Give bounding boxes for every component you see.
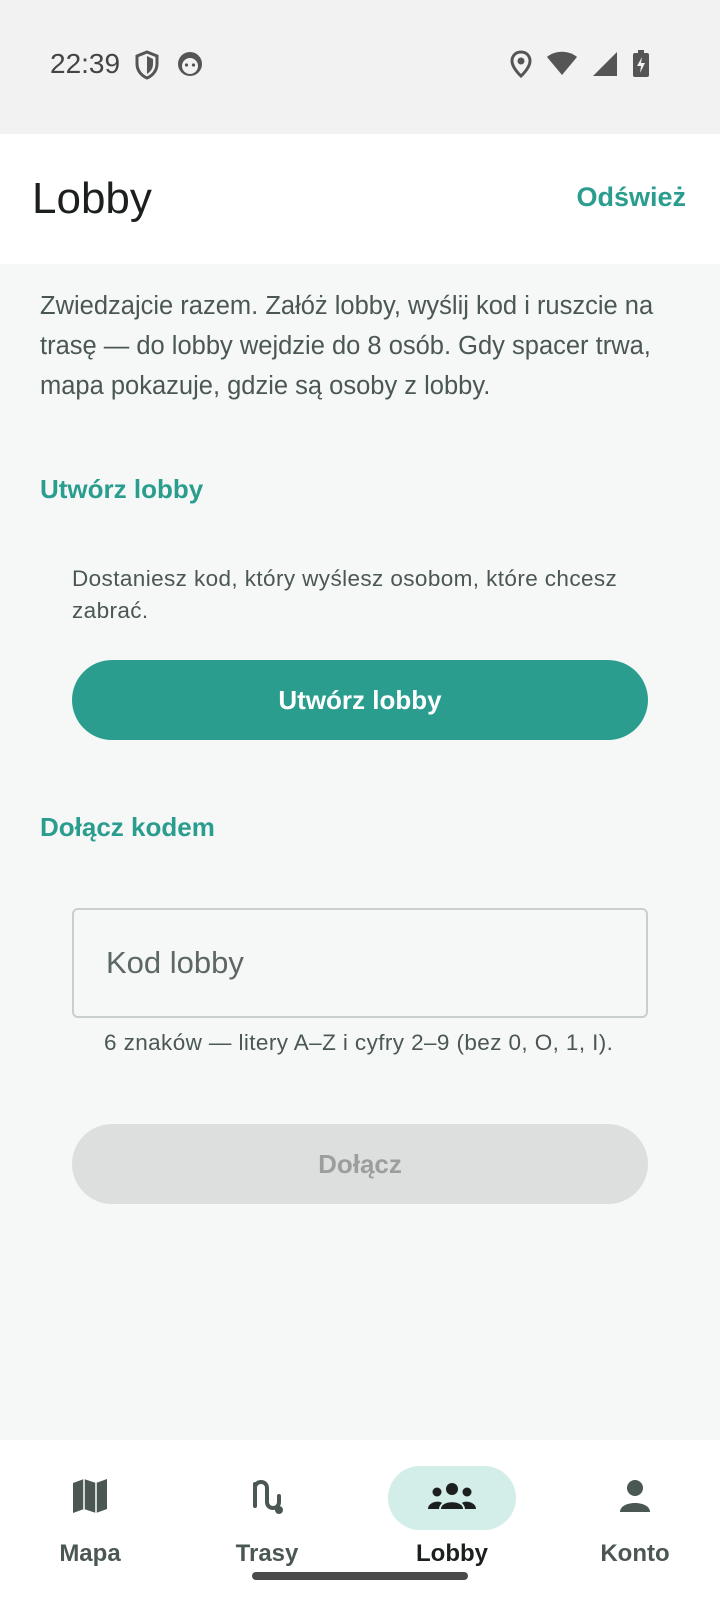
nav-item-mapa[interactable]: Mapa xyxy=(0,1462,180,1582)
nav-label-konto: Konto xyxy=(600,1540,670,1567)
nav-label-mapa: Mapa xyxy=(59,1540,121,1567)
join-by-code-header: Dołącz kodem xyxy=(40,812,215,842)
group-icon xyxy=(427,1481,477,1516)
refresh-button[interactable]: Odśwież xyxy=(576,182,686,213)
nav-label-trasy: Trasy xyxy=(235,1540,299,1567)
battery-charging-icon xyxy=(632,50,650,78)
shield-icon xyxy=(134,50,160,80)
create-lobby-button[interactable]: Utwórz lobby xyxy=(72,660,648,740)
nav-item-lobby[interactable]: Lobby xyxy=(362,1462,542,1582)
create-lobby-hint: Dostaniesz kod, który wyślesz osobom, kt… xyxy=(72,566,618,623)
route-icon xyxy=(247,1476,287,1521)
lobby-code-input[interactable] xyxy=(72,908,648,1018)
lobby-code-hint: 6 znaków — litery A–Z i cyfry 2–9 (bez 0… xyxy=(104,1030,614,1055)
nav-label-lobby: Lobby xyxy=(416,1540,488,1567)
join-button[interactable]: Dołącz xyxy=(72,1124,648,1204)
page-title: Lobby xyxy=(32,174,152,223)
nav-item-trasy[interactable]: Trasy xyxy=(177,1462,357,1582)
home-indicator[interactable] xyxy=(252,1572,468,1580)
status-time: 22:39 xyxy=(50,48,121,79)
map-icon xyxy=(70,1476,110,1521)
android-face-icon xyxy=(176,50,204,80)
create-lobby-header: Utwórz lobby xyxy=(40,474,204,504)
location-icon xyxy=(510,50,532,78)
intro-text: Zwiedzajcie razem. Załóż lobby, wyślij k… xyxy=(40,292,654,400)
nav-item-konto[interactable]: Konto xyxy=(545,1462,720,1582)
person-icon xyxy=(617,1478,653,1519)
cell-signal-icon xyxy=(592,51,618,77)
app-bar: Lobby Odśwież xyxy=(0,134,720,264)
status-bar: 22:39 xyxy=(0,0,720,134)
wifi-icon xyxy=(546,51,578,77)
